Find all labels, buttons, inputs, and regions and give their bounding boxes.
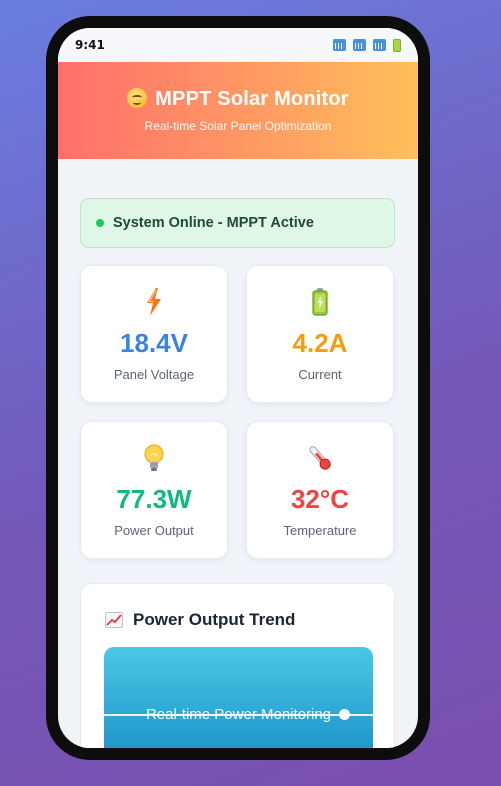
system-status-text: System Online - MPPT Active (113, 215, 314, 231)
metric-value: 4.2A (292, 328, 348, 358)
metric-card-temperature[interactable]: 32°C Temperature (246, 421, 394, 559)
chart-increasing-icon (105, 612, 123, 628)
status-bar: 9:41 (58, 28, 418, 62)
power-trend-card: Power Output Trend Real-time Power Monit… (80, 583, 395, 748)
lightning-icon (81, 288, 227, 316)
thermometer-icon (247, 444, 393, 472)
metric-label: Temperature (283, 523, 357, 538)
metric-label: Power Output (114, 523, 194, 538)
battery-status-icon (393, 38, 401, 52)
trend-title-text: Power Output Trend (133, 610, 296, 629)
system-icons (333, 38, 401, 52)
signal-icon (353, 39, 366, 51)
status-dot-icon (96, 219, 104, 227)
page-title: MPPT Solar Monitor (58, 88, 418, 111)
metric-value: 77.3W (116, 484, 192, 514)
title-text: MPPT Solar Monitor (155, 88, 349, 110)
signal-icon (333, 39, 346, 51)
lightbulb-icon (81, 444, 227, 472)
smiling-face-icon (127, 88, 148, 108)
metric-value: 32°C (290, 484, 350, 514)
metric-card-power[interactable]: 77.3W Power Output (80, 421, 228, 559)
phone-frame: 9:41 MPPT Solar Monitor Real-time Solar … (46, 16, 430, 760)
power-chart: Real-time Power Monitoring (104, 647, 373, 748)
app-screen: 9:41 MPPT Solar Monitor Real-time Solar … (58, 28, 418, 748)
battery-icon (247, 288, 393, 316)
chart-label: Real-time Power Monitoring (145, 706, 332, 723)
system-status-banner: System Online - MPPT Active (80, 198, 395, 248)
metric-label: Current (298, 367, 342, 382)
metric-label: Panel Voltage (113, 367, 195, 382)
wifi-icon (373, 39, 386, 51)
metric-value: 18.4V (120, 328, 188, 358)
trend-title: Power Output Trend (105, 610, 295, 630)
page-subtitle: Real-time Solar Panel Optimization (144, 119, 332, 133)
clock: 9:41 (75, 38, 105, 52)
metric-card-current[interactable]: 4.2A Current (246, 265, 394, 403)
app-header: MPPT Solar Monitor Real-time Solar Panel… (58, 62, 418, 159)
chart-marker[interactable] (339, 709, 350, 720)
metric-card-voltage[interactable]: 18.4V Panel Voltage (80, 265, 228, 403)
